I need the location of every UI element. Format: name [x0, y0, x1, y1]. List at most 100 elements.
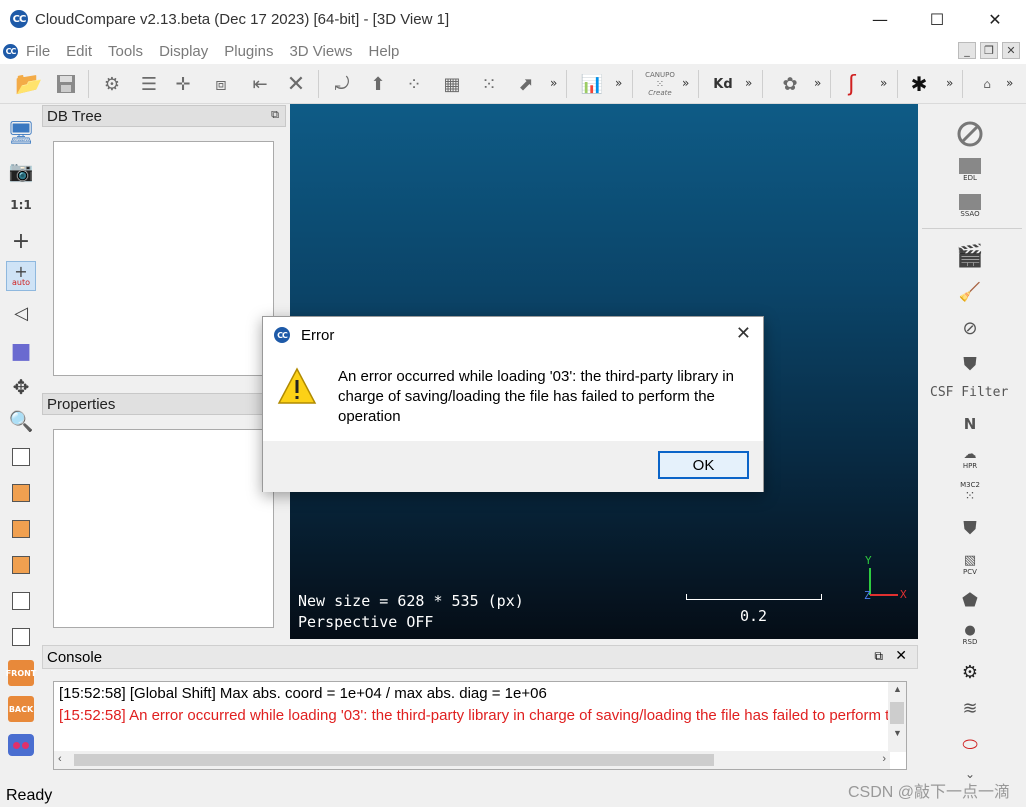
- crosshair-icon[interactable]: +: [6, 226, 36, 256]
- canupo-create-icon[interactable]: CANUPO ⁙ Create: [642, 71, 678, 97]
- north-label[interactable]: N: [956, 410, 984, 438]
- toolbar-more-7[interactable]: »: [946, 76, 953, 90]
- hpr-button[interactable]: ☁ HPR: [956, 444, 984, 472]
- save-icon[interactable]: [54, 72, 78, 96]
- console-vertical-scrollbar[interactable]: ▲ ▼: [888, 682, 906, 752]
- subsample-icon[interactable]: ⬆: [366, 72, 390, 96]
- top-view-icon[interactable]: [6, 442, 36, 472]
- camera-icon[interactable]: 📷: [6, 156, 36, 186]
- toolbar-more-4[interactable]: »: [745, 76, 752, 90]
- add-point-icon[interactable]: ✛: [171, 72, 195, 96]
- dialog-close-button[interactable]: ✕: [736, 323, 751, 344]
- menu-3d-views[interactable]: 3D Views: [289, 43, 352, 60]
- edl-shader-button[interactable]: EDL: [956, 156, 984, 184]
- bottom-view-icon[interactable]: [6, 622, 36, 652]
- histogram-icon[interactable]: 📊: [580, 72, 604, 96]
- close-button[interactable]: ✕: [966, 0, 1024, 38]
- kd-tree-icon[interactable]: Kd: [708, 72, 738, 96]
- right-plugin-toolbar: EDL SSAO 🎬 🧹 ⊘ ⛊ CSF Filter N ☁ HPR M3C2 ⁙…: [918, 104, 1026, 784]
- axis-trihedron: Y Z X: [862, 554, 912, 606]
- m3c2-button[interactable]: M3C2 ⁙: [956, 478, 984, 506]
- glasses-icon[interactable]: [6, 730, 36, 760]
- open-folder-icon[interactable]: 📂: [15, 72, 42, 97]
- console-close-button[interactable]: ✕: [895, 648, 907, 664]
- axis-z-label: Z: [864, 589, 871, 602]
- scale-value: 0.2: [740, 607, 768, 625]
- light-icon[interactable]: ✱: [907, 72, 931, 96]
- csf-filter-button[interactable]: CSF Filter: [930, 385, 1008, 400]
- maximize-button[interactable]: ☐: [908, 0, 966, 38]
- mesh-icon[interactable]: ▦: [440, 72, 464, 96]
- ok-button[interactable]: OK: [658, 451, 749, 479]
- console-log[interactable]: [15:52:58] [Global Shift] Max abs. coord…: [53, 681, 907, 770]
- dialog-footer: OK: [263, 441, 763, 492]
- sample-icon[interactable]: ⤾: [330, 72, 354, 96]
- merge-icon[interactable]: ⧈: [209, 72, 233, 96]
- delete-icon[interactable]: ✕: [284, 72, 308, 97]
- scatter-icon[interactable]: ⁙: [477, 72, 501, 96]
- zoom-ratio-button[interactable]: 1:1: [6, 190, 36, 220]
- mdi-restore-button[interactable]: ❐: [980, 42, 998, 59]
- toolbar-more-2[interactable]: »: [615, 76, 622, 90]
- back-view-icon[interactable]: [6, 550, 36, 580]
- no-shader-icon[interactable]: [956, 120, 984, 148]
- toolbar-more-5[interactable]: »: [814, 76, 821, 90]
- screen-icon[interactable]: 🖥: [6, 118, 36, 148]
- menu-edit[interactable]: Edit: [66, 43, 92, 60]
- mdi-minimize-button[interactable]: _: [958, 42, 976, 59]
- layers-icon[interactable]: ≋: [956, 694, 984, 722]
- minimize-button[interactable]: —: [851, 0, 909, 38]
- front-iso-button[interactable]: FRONT: [6, 658, 36, 688]
- dots-icon[interactable]: ⁘: [402, 72, 426, 96]
- toolbar-more-6[interactable]: »: [880, 76, 887, 90]
- auto-pivot-button[interactable]: + auto: [6, 261, 36, 291]
- window-title: CloudCompare v2.13.beta (Dec 17 2023) [6…: [35, 10, 450, 28]
- left-view-icon[interactable]: [6, 514, 36, 544]
- properties-table[interactable]: [53, 429, 274, 628]
- view-size-text: New size = 628 * 535 (px): [298, 592, 524, 610]
- spline-icon[interactable]: ʃ: [840, 72, 864, 97]
- ssao-shader-button[interactable]: SSAO: [956, 192, 984, 220]
- broom-icon[interactable]: 🧹: [956, 278, 984, 306]
- menu-bar: CC File Edit Tools Display Plugins 3D Vi…: [0, 38, 1026, 64]
- transform-icon[interactable]: ⬈: [514, 72, 538, 96]
- menu-tools[interactable]: Tools: [108, 43, 143, 60]
- puzzle-icon[interactable]: ✿: [778, 72, 802, 96]
- move-icon[interactable]: ✥: [6, 372, 36, 402]
- db-tree-list[interactable]: [53, 141, 274, 376]
- rsd-button[interactable]: ● RSD: [956, 620, 984, 648]
- film-icon[interactable]: 🎬: [956, 242, 984, 270]
- menu-help[interactable]: Help: [369, 43, 400, 60]
- toolbar-more-1[interactable]: »: [550, 76, 557, 90]
- shield-icon[interactable]: ⛊: [956, 350, 984, 378]
- right-view-icon[interactable]: [6, 586, 36, 616]
- console-header: Console ⧉ ✕: [42, 645, 918, 669]
- menu-plugins[interactable]: Plugins: [224, 43, 273, 60]
- gear-cluster-icon[interactable]: ⚙: [956, 658, 984, 686]
- db-tree-float-button[interactable]: ⧉: [271, 109, 279, 122]
- zoom-icon[interactable]: 🔍: [6, 406, 36, 436]
- list-icon[interactable]: ☰: [137, 72, 161, 96]
- toolbar-more-8[interactable]: »: [1006, 76, 1013, 90]
- abc-icon[interactable]: ⌂: [975, 72, 999, 96]
- perspective-icon[interactable]: ◁: [6, 298, 36, 328]
- console-horizontal-scrollbar[interactable]: ‹ ›: [54, 751, 890, 769]
- dialog-body: An error occurred while loading '03': th…: [263, 355, 763, 441]
- console-float-button[interactable]: ⧉: [874, 649, 883, 664]
- settings-gear-icon[interactable]: ⚙: [100, 72, 124, 96]
- ellipse-icon[interactable]: ⬭: [956, 730, 984, 758]
- back-iso-button[interactable]: BACK: [6, 694, 36, 724]
- mdi-close-button[interactable]: ✕: [1002, 42, 1020, 59]
- front-view-icon[interactable]: [6, 478, 36, 508]
- compass-icon[interactable]: ⊘: [956, 314, 984, 342]
- axis-y-label: Y: [865, 554, 872, 567]
- menu-file[interactable]: File: [26, 43, 50, 60]
- pcv-button[interactable]: ▧ PCV: [956, 550, 984, 578]
- shield-2-icon[interactable]: ⛊: [956, 514, 984, 542]
- toolbar-more-3[interactable]: »: [682, 76, 689, 90]
- pentagon-icon[interactable]: ⬟: [956, 586, 984, 614]
- export-icon[interactable]: ⇤: [248, 72, 272, 96]
- error-dialog: CC Error ✕ An error occurred while loadi…: [262, 316, 764, 492]
- menu-display[interactable]: Display: [159, 43, 208, 60]
- cube-view-icon[interactable]: ■: [6, 336, 36, 366]
